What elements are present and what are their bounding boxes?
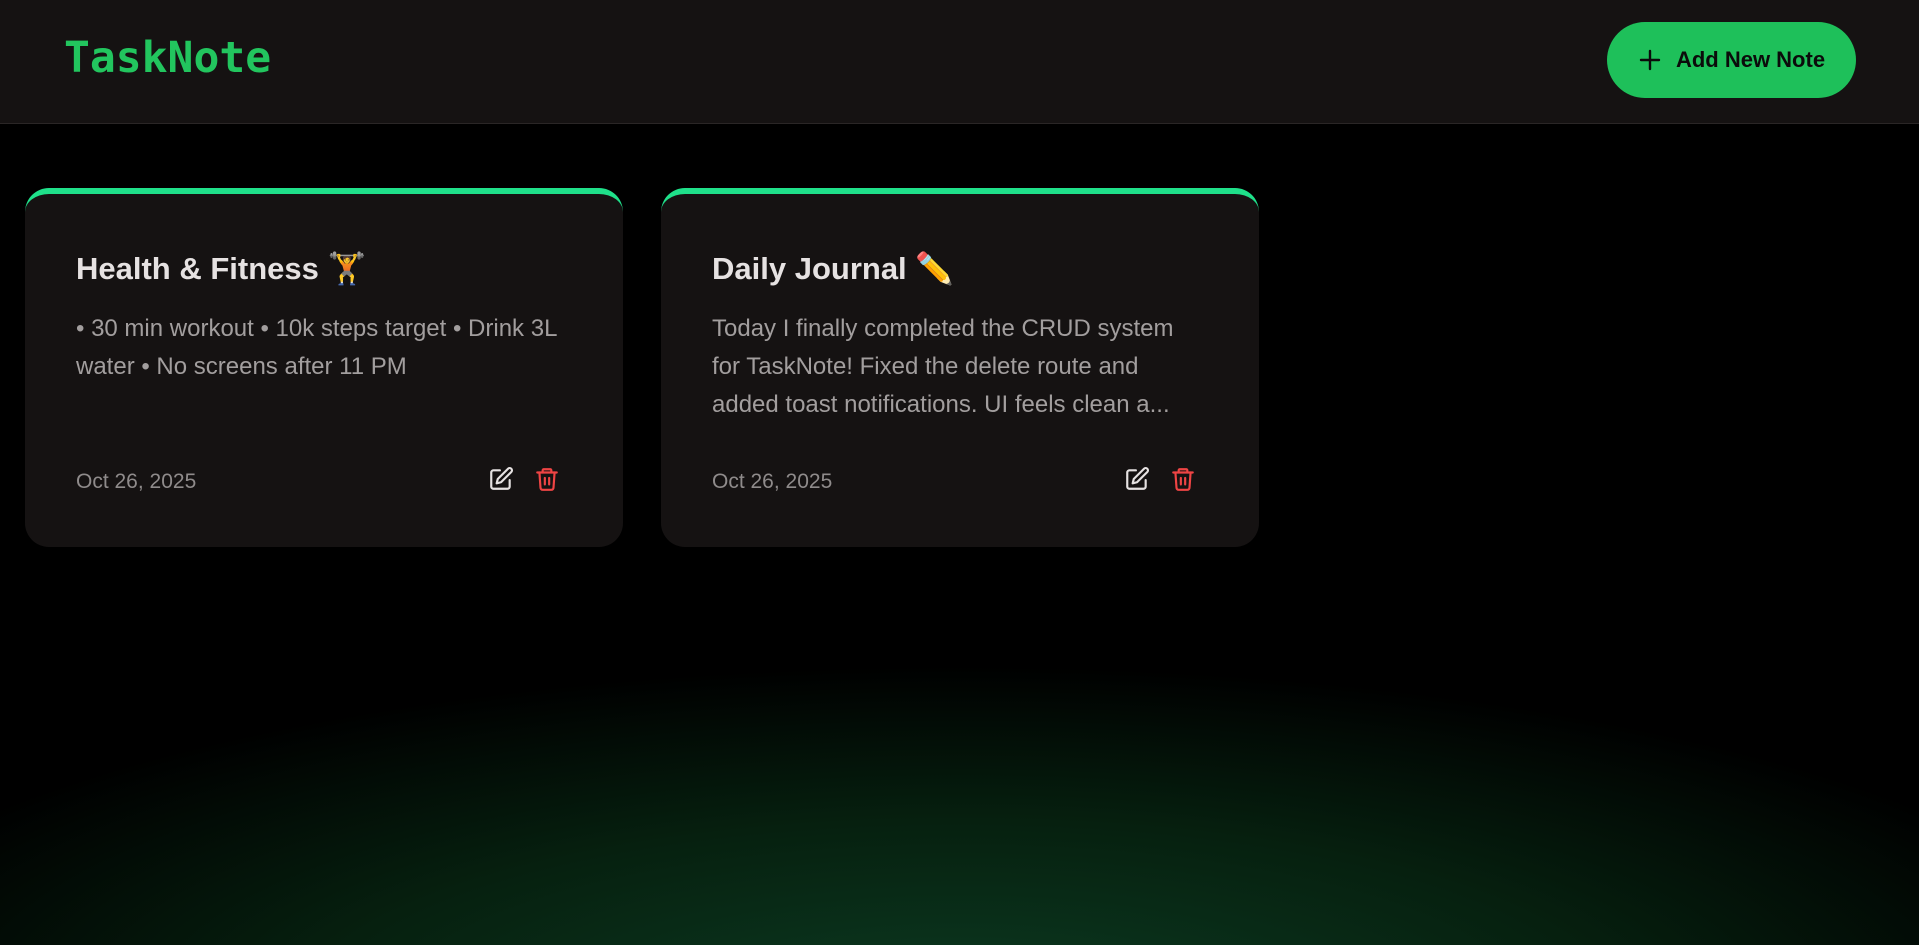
navbar: TaskNote Add New Note [0, 0, 1919, 124]
trash-icon [536, 468, 558, 491]
note-card: Daily Journal ✏️ Today I finally complet… [661, 188, 1259, 547]
edit-note-button[interactable] [1124, 466, 1150, 492]
add-new-note-button[interactable]: Add New Note [1607, 22, 1856, 98]
add-new-note-label: Add New Note [1675, 47, 1826, 72]
delete-note-button[interactable] [1170, 466, 1196, 492]
note-card: Health & Fitness 🏋️ • 30 min workout • 1… [25, 188, 623, 547]
edit-note-button[interactable] [488, 466, 514, 492]
note-actions [488, 466, 560, 492]
delete-note-button[interactable] [534, 466, 560, 492]
note-actions [1124, 466, 1196, 492]
note-date: Oct 26, 2025 [76, 470, 197, 493]
note-body: Today I finally completed the CRUD syste… [712, 315, 1174, 418]
note-title: Health & Fitness 🏋️ [76, 251, 367, 286]
trash-icon [1172, 468, 1194, 491]
note-date: Oct 26, 2025 [712, 470, 833, 493]
plus-icon [1639, 49, 1661, 71]
edit-icon [490, 467, 513, 490]
app-logo[interactable]: TaskNote [64, 33, 271, 83]
edit-icon [1126, 467, 1149, 490]
note-body: • 30 min workout • 10k steps target • Dr… [76, 315, 557, 380]
page: TaskNote Add New Note Health & Fitness 🏋… [0, 0, 1919, 945]
note-title: Daily Journal ✏️ [712, 251, 954, 286]
